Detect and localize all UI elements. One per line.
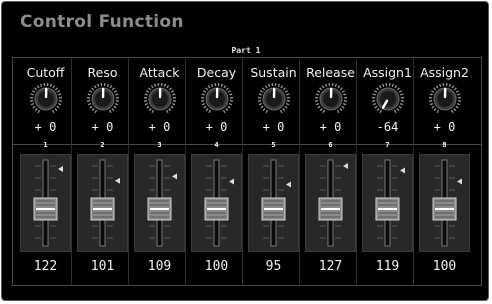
fader-pointer-icon	[229, 178, 234, 185]
column-divider	[299, 57, 300, 286]
channel-strip-2: Reso + 0 2 101	[74, 2, 131, 300]
knob-8[interactable]	[428, 82, 462, 116]
fader-pointer-icon	[58, 165, 63, 172]
fader-pointer-icon	[172, 173, 177, 180]
knob-dial-icon	[201, 83, 233, 114]
channel-name: Sustain	[250, 65, 297, 80]
column-divider	[185, 57, 186, 286]
knob-dial-icon	[258, 83, 290, 114]
knob-4[interactable]	[200, 82, 234, 116]
knob-6[interactable]	[314, 82, 348, 116]
channel-number: 7	[385, 141, 390, 149]
knob-dial-icon	[144, 83, 176, 114]
fader-5[interactable]	[248, 154, 299, 252]
knob-5[interactable]	[257, 82, 291, 116]
knob-dial-icon	[372, 83, 404, 114]
column-divider	[242, 57, 243, 286]
channel-number: 3	[157, 141, 162, 149]
channel-name: Decay	[196, 65, 237, 80]
fader-value: 127	[318, 259, 343, 274]
knob-value: + 0	[148, 120, 171, 134]
fader-6[interactable]	[305, 154, 356, 252]
channel-strip-8: Assign2 + 0 8 100	[416, 2, 473, 300]
knob-dial-icon	[315, 83, 347, 114]
knob-2[interactable]	[86, 82, 120, 116]
channel-strip-1: Cutoff + 0 1 122	[17, 2, 74, 300]
channel-number: 4	[214, 141, 219, 149]
fader-value: 100	[204, 259, 229, 274]
fader-pointer-icon	[115, 177, 120, 184]
column-divider	[413, 57, 414, 286]
knob-dial-icon	[87, 83, 119, 114]
fader-2[interactable]	[77, 154, 128, 252]
column-divider	[128, 57, 129, 286]
channel-strip-3: Attack + 0 3 109	[131, 2, 188, 300]
knob-1[interactable]	[29, 82, 63, 116]
knob-3[interactable]	[143, 82, 177, 116]
knob-dial-icon	[30, 83, 62, 114]
channel-name: Attack	[139, 65, 180, 80]
knob-value: + 0	[319, 120, 342, 134]
knob-value: + 0	[262, 120, 285, 134]
channel-number: 2	[100, 141, 105, 149]
fader-value: 100	[432, 259, 457, 274]
fader-pointer-icon	[457, 178, 462, 185]
fader-pointer-icon	[286, 181, 291, 188]
channel-name: Assign2	[420, 65, 469, 80]
knob-dial-icon	[429, 83, 461, 114]
channel-number: 6	[328, 141, 333, 149]
channel-strip-4: Decay + 0 4 100	[188, 2, 245, 300]
fader-pointer-icon	[400, 167, 405, 174]
fader-value: 119	[375, 259, 400, 274]
knob-value: + 0	[34, 120, 57, 134]
fader-value: 122	[33, 259, 58, 274]
fader-1[interactable]	[20, 154, 71, 252]
fader-pointer-icon	[343, 163, 348, 169]
channel-strip-5: Sustain + 0 5 95	[245, 2, 302, 300]
column-divider	[356, 57, 357, 286]
control-function-window: Control Function Part 1 Cutoff + 0 1 122 Res…	[1, 1, 489, 301]
channel-name: Cutoff	[26, 65, 65, 80]
knob-value: + 0	[433, 120, 456, 134]
channel-name: Release	[306, 65, 355, 80]
knob-7[interactable]	[371, 82, 405, 116]
fader-4[interactable]	[191, 154, 242, 252]
channel-number: 5	[271, 141, 276, 149]
channel-number: 8	[442, 141, 447, 149]
fader-value: 95	[265, 259, 282, 274]
knob-value: + 0	[91, 120, 114, 134]
channel-name: Reso	[87, 65, 118, 80]
channel-name: Assign1	[363, 65, 412, 80]
knob-value: -64	[376, 120, 399, 134]
knob-value: + 0	[205, 120, 228, 134]
fader-value: 109	[147, 259, 172, 274]
fader-7[interactable]	[362, 154, 413, 252]
column-divider	[71, 57, 72, 286]
fader-value: 101	[90, 259, 115, 274]
channel-number: 1	[43, 141, 48, 149]
channel-strip-7: Assign1 -64 7 119	[359, 2, 416, 300]
fader-8[interactable]	[419, 154, 470, 252]
fader-3[interactable]	[134, 154, 185, 252]
channel-strip-6: Release + 0 6 127	[302, 2, 359, 300]
